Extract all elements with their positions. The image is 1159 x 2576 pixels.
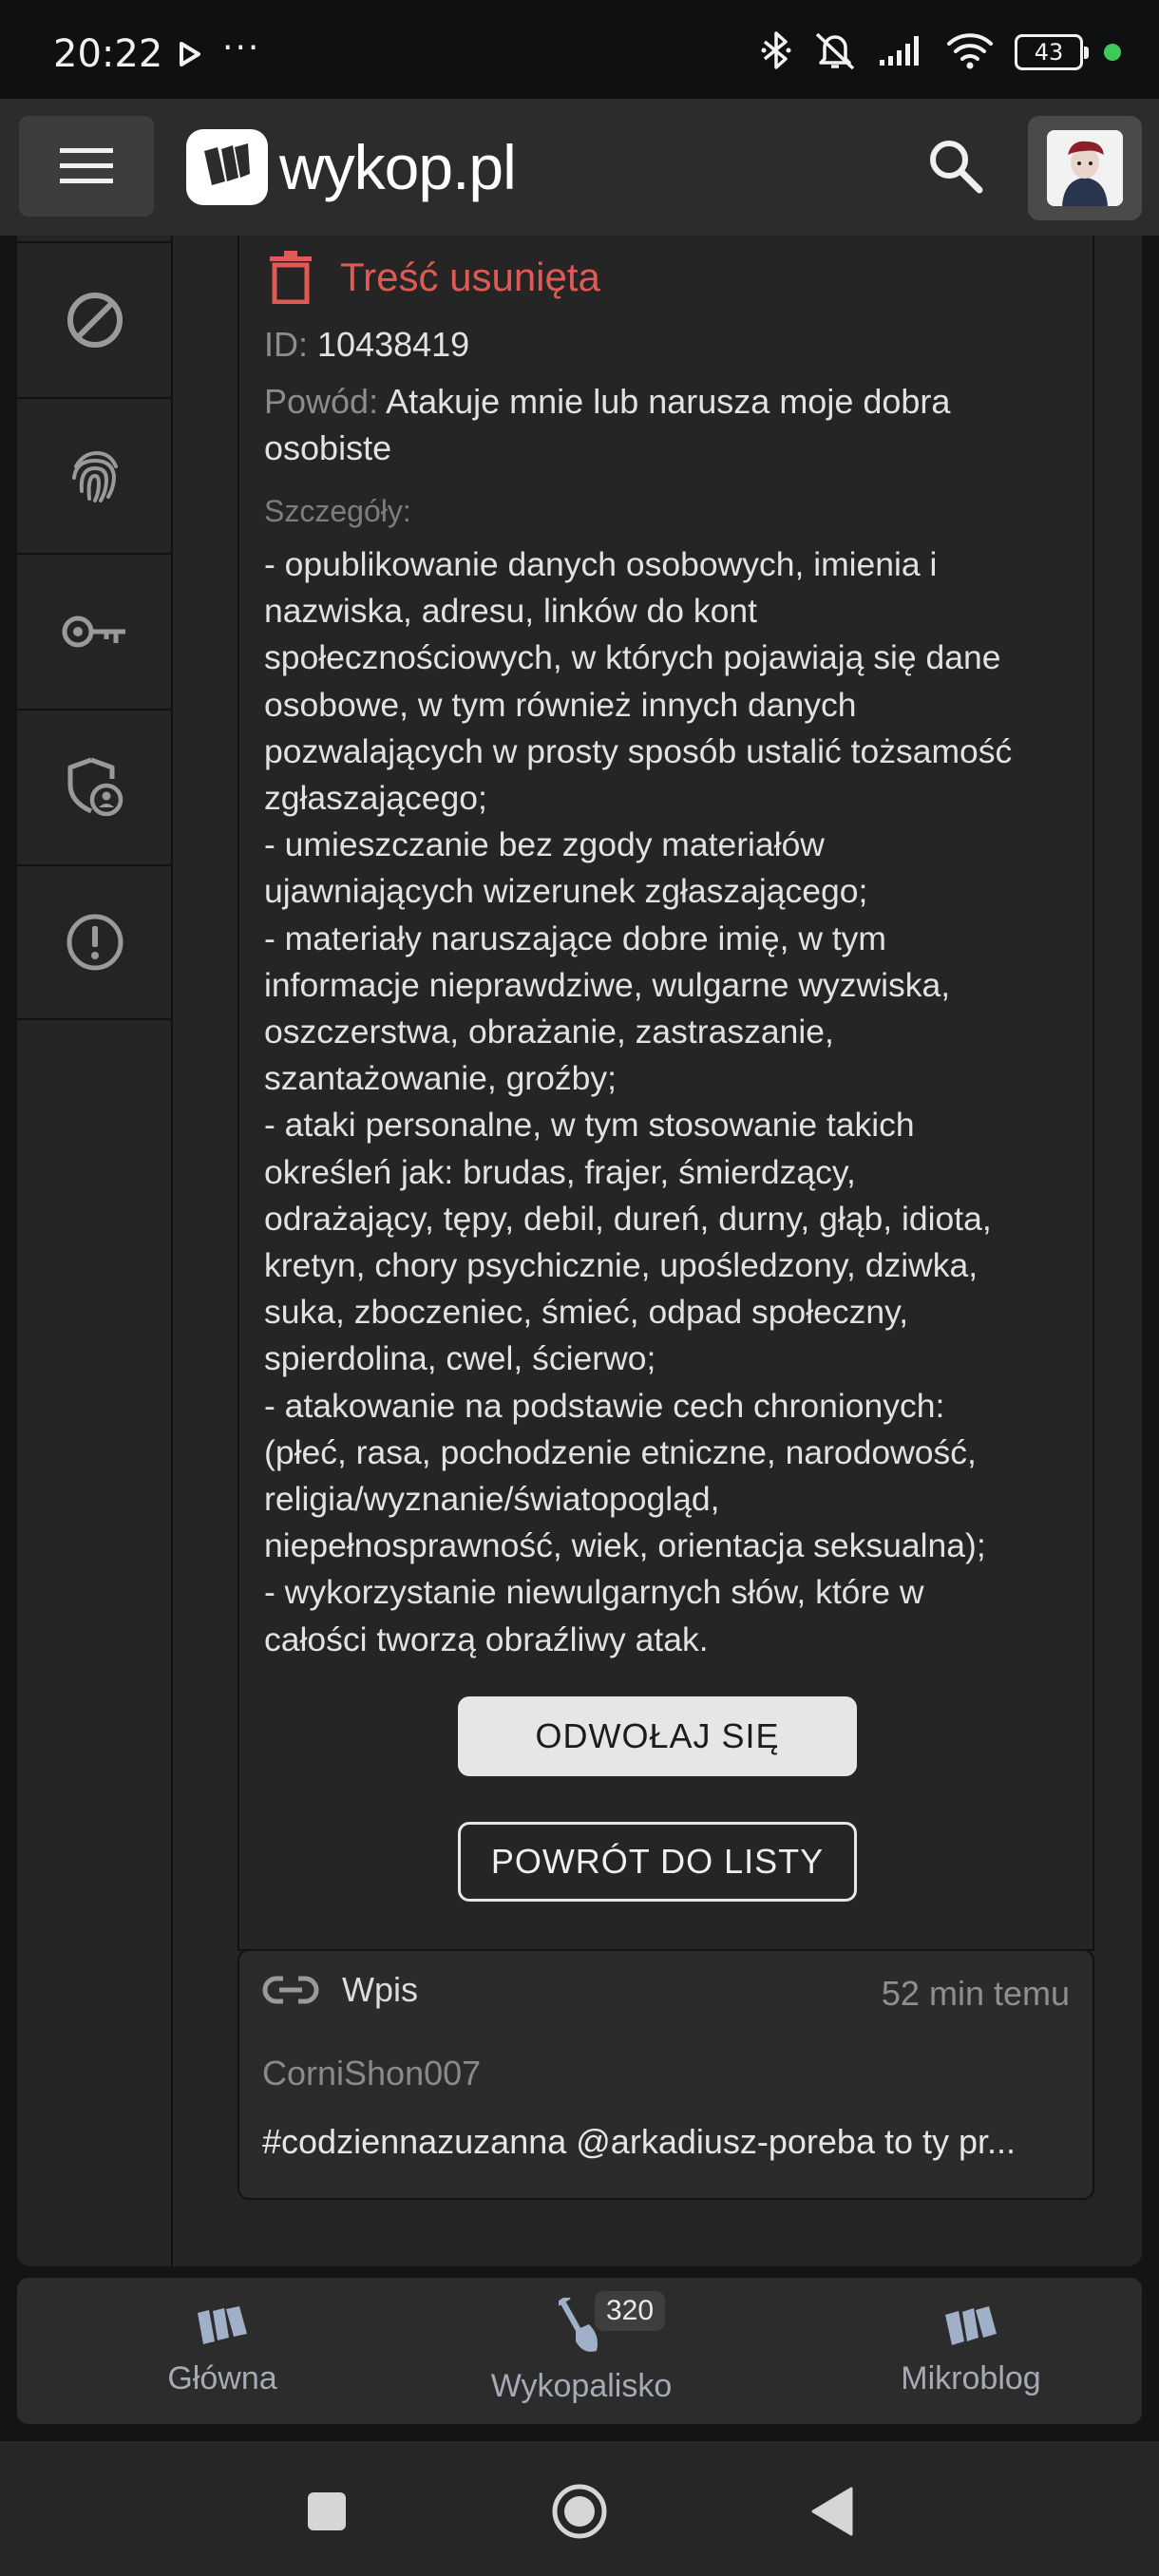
trash-icon [270, 251, 312, 304]
recents-square-icon [308, 2492, 346, 2530]
back-to-list-button[interactable]: POWRÓT DO LISTY [458, 1822, 857, 1902]
system-navigation-bar [0, 2441, 1159, 2576]
related-entry-card[interactable]: Wpis 52 min temu CorniShon007 #codzienna… [238, 1949, 1094, 2200]
bluetooth-icon [760, 30, 792, 74]
back-button[interactable] [809, 2487, 853, 2540]
hamburger-menu-icon [60, 148, 113, 183]
id-label: ID: [264, 325, 309, 364]
battery-level: 43 [1034, 39, 1064, 66]
reason: Powód: Atakuje mnie lub narusza moje dob… [264, 378, 950, 425]
nav-item-wykopalisko[interactable]: Wykopalisko 320 [471, 2278, 692, 2424]
home-wykop-icon [198, 2305, 247, 2344]
reason-line-2: osobiste [264, 428, 392, 467]
status-more-dots: ··· [222, 28, 261, 67]
entry-text[interactable]: #codziennazuzanna @arkadiusz-poreba to t… [262, 2122, 1079, 2162]
nav-label-mikroblog: Mikroblog [901, 2359, 1041, 2396]
key-icon [62, 616, 125, 648]
menu-button[interactable] [19, 116, 154, 217]
deleted-content-header: Treść usunięta [270, 251, 600, 304]
back-triangle-icon [811, 2487, 853, 2536]
details-text: - opublikowanie danych osobowych, imieni… [264, 545, 1013, 1658]
block-icon [67, 293, 123, 348]
nav-label-wykopalisko: Wykopalisko [490, 2367, 673, 2404]
link-icon [262, 1975, 319, 2005]
reason-line-1: Atakuje mnie lub narusza moje dobra [386, 382, 951, 421]
search-icon [930, 141, 983, 194]
main-content: Treść usunięta ID: 10438419 Powód: Ataku… [17, 236, 1142, 2266]
bottom-navigation: Główna Wykopalisko 320 Mikroblog [17, 2278, 1142, 2424]
deleted-title: Treść usunięta [340, 255, 600, 299]
recents-button[interactable] [306, 2491, 348, 2536]
avatar [1047, 130, 1123, 206]
search-button[interactable] [926, 137, 985, 199]
mikroblog-icon [945, 2305, 997, 2345]
wykopalisko-count-badge: 320 [595, 2291, 666, 2331]
nav-item-glowna[interactable]: Główna [112, 2278, 332, 2424]
fingerprint-icon [72, 450, 118, 502]
app-header: wykop.pl [0, 99, 1159, 236]
user-avatar-button[interactable] [1028, 116, 1142, 220]
id-value: 10438419 [317, 325, 470, 364]
entry-author[interactable]: CorniShon007 [262, 2054, 481, 2093]
sidebar-item-reports[interactable] [17, 864, 173, 1020]
nav-label-glowna: Główna [167, 2359, 277, 2396]
entry-type: Wpis [262, 1970, 418, 2010]
sidebar-item-privacy[interactable] [17, 397, 173, 553]
moderation-notice-card: Treść usunięta ID: 10438419 Powód: Ataku… [238, 236, 1094, 1951]
battery-icon: 43 [1015, 34, 1089, 70]
entry-type-label: Wpis [342, 1970, 418, 2009]
mute-icon [813, 30, 857, 74]
sidebar-item-password[interactable] [17, 553, 173, 709]
privacy-indicator-dot [1104, 44, 1121, 61]
sidebar-item-blocked[interactable] [17, 241, 173, 397]
wykop-logo-icon [186, 129, 268, 205]
content-id: ID: 10438419 [264, 321, 469, 368]
play-icon [179, 42, 201, 70]
alert-circle-icon [66, 914, 124, 971]
home-button[interactable] [551, 2483, 608, 2544]
wifi-icon [946, 31, 994, 73]
signal-icon [878, 33, 925, 71]
details-label: Szczegóły: [264, 494, 411, 528]
site-logo[interactable]: wykop.pl [186, 127, 517, 207]
status-time: 20:22 [53, 32, 163, 76]
logo-text: wykop.pl [279, 132, 517, 202]
home-circle-icon [552, 2484, 607, 2539]
appeal-button[interactable]: ODWOŁAJ SIĘ [458, 1696, 857, 1776]
nav-item-mikroblog[interactable]: Mikroblog [861, 2278, 1081, 2424]
shield-user-icon [67, 757, 124, 817]
entry-time: 52 min temu [881, 1974, 1070, 2013]
reason-label: Powód: [264, 382, 379, 421]
status-bar: 20:22 ··· 43 [0, 0, 1159, 99]
sidebar-item-security[interactable] [17, 709, 173, 864]
profile-side-menu [17, 236, 173, 2266]
